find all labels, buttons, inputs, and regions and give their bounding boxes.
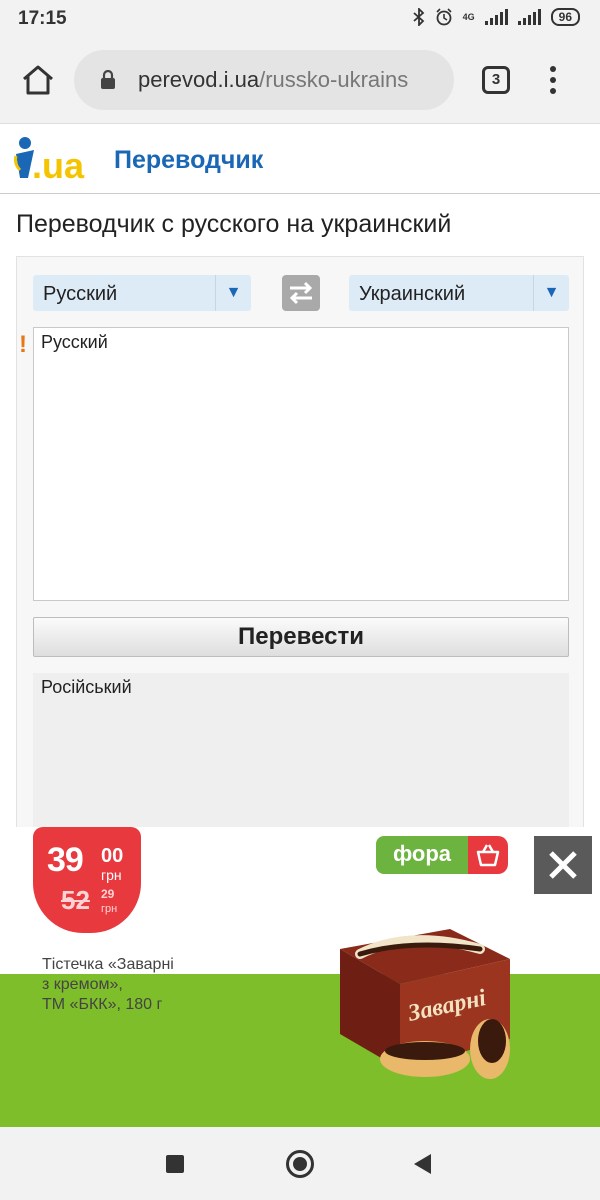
- target-language-select[interactable]: Украинский ▼: [349, 275, 569, 311]
- product-line-2: з кремом»,: [42, 976, 123, 993]
- site-title[interactable]: Переводчик: [114, 146, 263, 175]
- status-icons: 4G 96: [413, 8, 580, 26]
- source-language-value: Русский: [43, 283, 118, 305]
- menu-icon[interactable]: [550, 66, 558, 99]
- source-language-select[interactable]: Русский ▼: [33, 275, 251, 311]
- product-description: Тістечка «Заварні з кремом», ТМ «БКК», 1…: [42, 955, 174, 1015]
- tab-switcher-button[interactable]: 3: [482, 66, 510, 94]
- browser-toolbar: perevod.i.ua/russko-ukrains 3: [0, 36, 600, 124]
- price-badge: 39 00 грн 52 29 грн: [33, 827, 141, 933]
- signal-icon: [484, 9, 508, 25]
- recent-apps-icon[interactable]: [166, 1155, 184, 1173]
- network-type: 4G: [462, 12, 475, 22]
- battery-indicator: 96: [550, 8, 580, 26]
- signal-icon-2: [517, 9, 541, 25]
- translate-button[interactable]: Перевести: [33, 617, 569, 657]
- chevron-down-icon: ▼: [533, 275, 569, 311]
- url-text: perevod.i.ua/russko-ukrains: [138, 67, 438, 93]
- price-now: 39: [47, 841, 84, 879]
- i-ua-logo-icon: .ua: [14, 137, 85, 186]
- price-old-kop: 29: [101, 887, 115, 901]
- address-bar[interactable]: perevod.i.ua/russko-ukrains: [74, 50, 454, 110]
- price-now-kop: 00: [101, 845, 124, 867]
- url-host: perevod.i.ua: [138, 67, 260, 92]
- url-path: /russko-ukrains: [259, 67, 409, 92]
- close-ad-button[interactable]: [534, 836, 592, 894]
- price-old: 52: [61, 885, 90, 915]
- product-line-3: ТМ «БКК», 180 г: [42, 996, 163, 1013]
- page-title: Переводчик с русского на украинский: [16, 210, 452, 238]
- product-line-1: Тістечка «Заварні: [42, 956, 174, 973]
- source-text-input[interactable]: Русский: [33, 327, 569, 601]
- back-icon[interactable]: [414, 1154, 431, 1174]
- home-icon[interactable]: [20, 62, 56, 98]
- swap-arrows-icon: [289, 281, 313, 305]
- alarm-icon: [436, 8, 452, 26]
- lock-icon: [101, 70, 115, 89]
- price-old-currency: грн: [101, 903, 118, 915]
- chevron-down-icon: ▼: [215, 275, 251, 311]
- ad-banner[interactable]: 39 00 грн 52 29 грн Тістечка «Заварні з …: [0, 827, 600, 1127]
- basket-icon: [468, 836, 508, 874]
- site-logo[interactable]: .ua: [14, 134, 104, 189]
- logo-text: .ua: [32, 145, 85, 184]
- bluetooth-icon: [413, 8, 424, 26]
- site-header: .ua Переводчик: [0, 124, 600, 194]
- close-icon: [549, 851, 577, 879]
- product-image: Заварні: [330, 909, 520, 1089]
- system-nav-bar: [0, 1127, 600, 1200]
- translator-panel: Русский ▼ Украинский ▼ ! Русский Перевес…: [16, 256, 584, 857]
- home-nav-icon[interactable]: [286, 1150, 314, 1178]
- brand-logo: фора: [376, 836, 468, 874]
- swap-languages-button[interactable]: [282, 275, 320, 311]
- status-bar: 17:15 4G 96: [0, 0, 600, 36]
- price-currency: грн: [101, 867, 122, 883]
- warning-icon: !: [19, 331, 27, 358]
- status-time: 17:15: [18, 8, 67, 29]
- target-language-value: Украинский: [359, 283, 466, 305]
